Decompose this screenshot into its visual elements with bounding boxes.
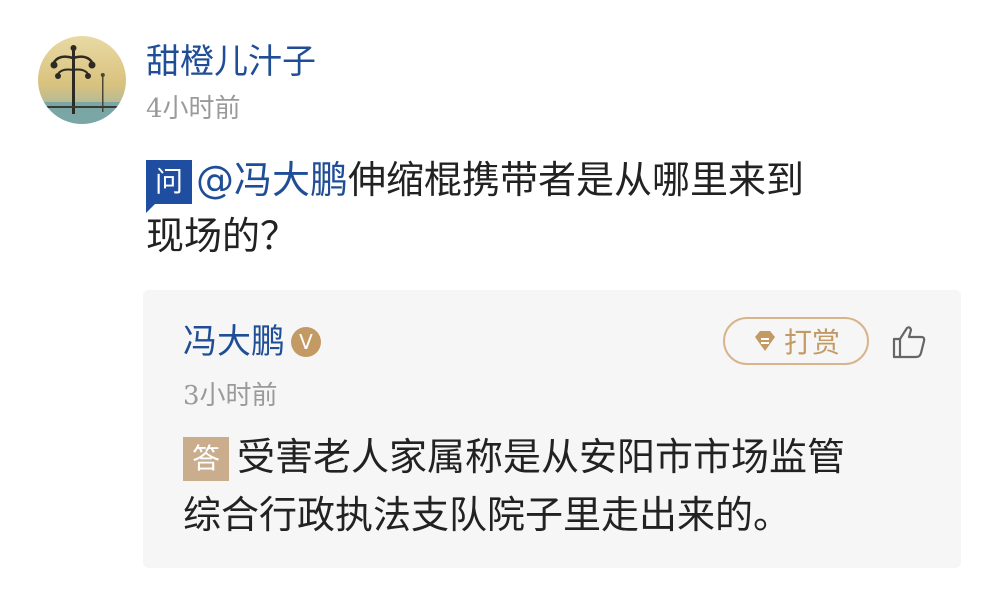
question-timestamp: 4小时前 [146,94,241,124]
question-line-2: 现场的？ [146,214,299,258]
diamond-icon [754,331,775,351]
answer-badge: 答 [183,437,229,481]
answerer-name[interactable]: 冯大鹏 [183,318,285,366]
answer-line-2: 综合行政执法支队院子里走出来的。 [183,493,792,537]
tip-button[interactable]: 打赏 [723,317,869,365]
asker-name[interactable]: 甜橙儿汁子 [146,38,316,86]
asker-avatar[interactable] [38,36,126,124]
mention-link[interactable]: @冯大鹏 [196,158,348,202]
question-text: 问 @冯大鹏伸缩棍携带者是从哪里来到 现场的？ [146,152,876,264]
streetlamp-avatar-icon [38,36,126,124]
like-button[interactable] [889,322,929,362]
question-badge: 问 [146,160,192,213]
question-line-1: 伸缩棍携带者是从哪里来到 [348,158,805,202]
verified-badge-icon: V [291,327,321,357]
answer-line-1: 受害老人家属称是从安阳市市场监管 [237,435,846,479]
qa-page: 甜橙儿汁子 4小时前 问 @冯大鹏伸缩棍携带者是从哪里来到 现场的？ 冯大鹏 V … [0,0,1000,609]
tip-label: 打赏 [783,326,840,359]
answer-text: 答受害老人家属称是从安阳市市场监管 综合行政执法支队院子里走出来的。 [183,428,923,544]
answer-card: 冯大鹏 V 打赏 3小时前 答受害老人家属称是从安阳市市场监管 综合行政执法支队… [143,290,961,568]
answer-timestamp: 3小时前 [183,381,278,411]
thumbs-up-icon [892,326,926,359]
answerer-name-row[interactable]: 冯大鹏 V [183,318,321,366]
